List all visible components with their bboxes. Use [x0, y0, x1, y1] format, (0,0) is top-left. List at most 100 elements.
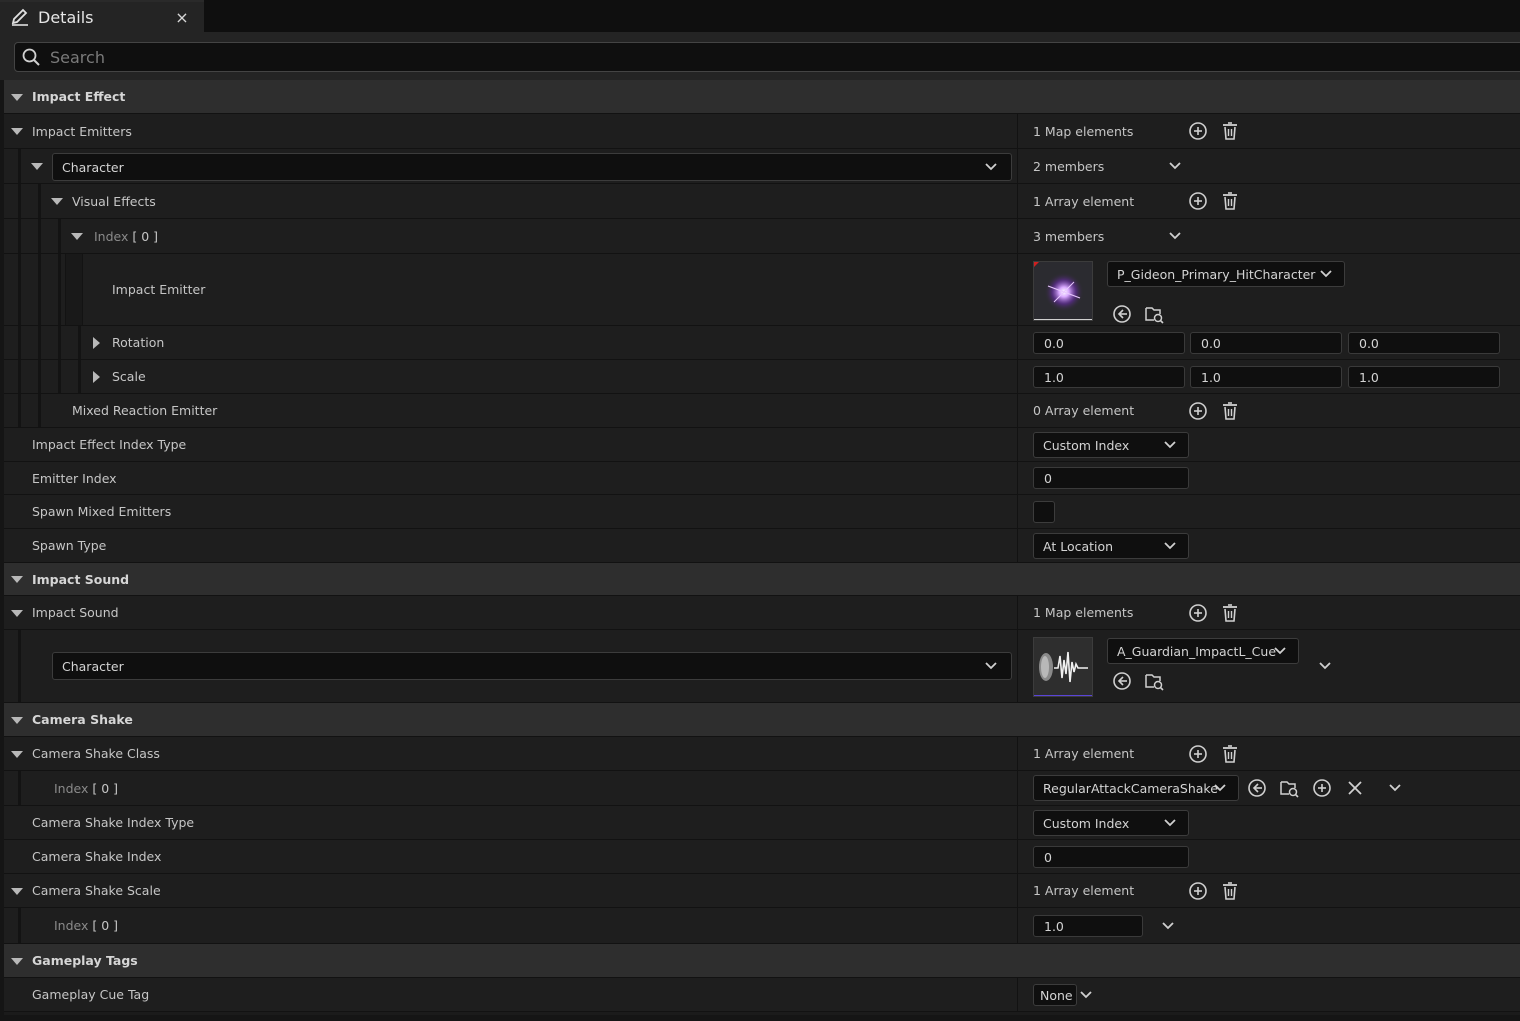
index-type-combo[interactable]: Custom Index: [1033, 432, 1189, 458]
row-spawn-type: Spawn Type At Location: [4, 529, 1520, 563]
expand-arrow-icon[interactable]: [11, 716, 23, 724]
row-rotation: Rotation 0.0 0.0 0.0: [4, 326, 1520, 360]
row-character-key: Character 2 members: [4, 149, 1520, 184]
tab-details[interactable]: Details ×: [0, 0, 204, 32]
expand-arrow-icon[interactable]: [31, 163, 43, 170]
property-label: Impact Emitter: [112, 282, 206, 297]
trash-icon[interactable]: [1220, 744, 1240, 764]
add-icon[interactable]: [1188, 191, 1208, 211]
combo-value: At Location: [1043, 538, 1114, 554]
camera-shake-index-type-combo[interactable]: Custom Index: [1033, 810, 1189, 836]
expand-arrow-icon[interactable]: [11, 957, 23, 965]
expand-arrow-icon[interactable]: [93, 370, 100, 383]
chevron-down-icon[interactable]: [1167, 158, 1183, 174]
sound-asset-combo[interactable]: A_Guardian_ImpactL_Cue: [1107, 638, 1299, 664]
expand-arrow-icon[interactable]: [11, 887, 23, 895]
expand-arrow-icon[interactable]: [11, 576, 23, 583]
expand-arrow-icon[interactable]: [11, 750, 23, 758]
use-selected-icon[interactable]: [1112, 671, 1132, 691]
tab-title: Details: [38, 7, 94, 27]
add-icon[interactable]: [1188, 881, 1208, 901]
category-label: Impact Effect: [32, 89, 126, 104]
field-value: 0.0: [1359, 335, 1379, 351]
trash-icon[interactable]: [1220, 881, 1240, 901]
trash-icon[interactable]: [1220, 191, 1240, 211]
expand-arrow-icon[interactable]: [11, 609, 23, 617]
category-impact-sound[interactable]: Impact Sound: [4, 563, 1520, 596]
map-count: 1 Map elements: [1033, 123, 1134, 139]
browse-asset-icon[interactable]: [1144, 671, 1164, 691]
use-selected-icon[interactable]: [1112, 304, 1132, 324]
row-mixed-reaction-emitter: Mixed Reaction Emitter 0 Array element: [4, 394, 1520, 428]
property-label: Spawn Type: [32, 538, 107, 553]
add-icon[interactable]: [1312, 778, 1332, 798]
chevron-down-icon[interactable]: [1317, 658, 1333, 674]
expand-arrow-icon[interactable]: [11, 128, 23, 135]
array-count: 1 Array element: [1033, 746, 1135, 761]
row-impact-effect-index-type: Impact Effect Index Type Custom Index: [4, 428, 1520, 462]
emitter-asset-combo[interactable]: P_Gideon_Primary_HitCharacter: [1107, 261, 1345, 287]
expand-arrow-icon[interactable]: [93, 336, 100, 349]
close-icon[interactable]: ×: [174, 8, 190, 27]
camera-shake-index-field[interactable]: 0: [1033, 846, 1189, 868]
spawn-mixed-checkbox[interactable]: [1033, 501, 1055, 523]
chevron-down-icon[interactable]: [1387, 780, 1403, 796]
index-label: Index [ 0 ]: [94, 228, 159, 244]
rotation-y-field[interactable]: 0.0: [1190, 332, 1342, 354]
add-icon[interactable]: [1188, 603, 1208, 623]
property-label: Impact Emitters: [32, 123, 132, 139]
scale-y-field[interactable]: 1.0: [1190, 366, 1342, 388]
trash-icon[interactable]: [1220, 603, 1240, 623]
trash-icon[interactable]: [1220, 121, 1240, 141]
sound-key-combo[interactable]: Character: [52, 652, 1012, 680]
row-index-0: Index [ 0 ] 3 members: [4, 219, 1520, 254]
browse-asset-icon[interactable]: [1279, 778, 1299, 798]
character-key-combo[interactable]: Character: [52, 153, 1012, 181]
property-label: Camera Shake Index: [32, 849, 162, 864]
use-selected-icon[interactable]: [1247, 778, 1267, 798]
search-box: [14, 42, 1520, 72]
gameplay-cue-tag-combo[interactable]: None: [1033, 984, 1077, 1006]
category-impact-effect[interactable]: Impact Effect: [4, 80, 1520, 114]
row-camera-shake-index-type: Camera Shake Index Type Custom Index: [4, 806, 1520, 840]
add-icon[interactable]: [1188, 401, 1208, 421]
expand-arrow-icon[interactable]: [11, 93, 23, 101]
array-count: 0 Array element: [1033, 403, 1135, 418]
search-icon: [20, 46, 42, 68]
scale-x-field[interactable]: 1.0: [1033, 366, 1185, 388]
search-input[interactable]: [50, 47, 1350, 67]
particle-thumbnail[interactable]: [1033, 261, 1093, 321]
category-camera-shake[interactable]: Camera Shake: [4, 703, 1520, 737]
category-gameplay-tags[interactable]: Gameplay Tags: [4, 944, 1520, 978]
rotation-x-field[interactable]: 0.0: [1033, 332, 1185, 354]
camera-shake-class-combo[interactable]: RegularAttackCameraShake: [1033, 775, 1239, 801]
combo-value: A_Guardian_ImpactL_Cue: [1117, 643, 1277, 659]
emitter-index-field[interactable]: 0: [1033, 467, 1189, 489]
add-icon[interactable]: [1188, 121, 1208, 141]
property-label: Gameplay Cue Tag: [32, 987, 150, 1002]
camera-shake-scale-field[interactable]: 1.0: [1033, 915, 1143, 937]
chevron-down-icon[interactable]: [1167, 228, 1183, 244]
clear-icon[interactable]: [1345, 778, 1365, 798]
chevron-down-icon: [1162, 437, 1178, 453]
row-emitter-index: Emitter Index 0: [4, 462, 1520, 495]
property-label: Camera Shake Class: [32, 746, 160, 761]
index-label: Index [ 0 ]: [54, 780, 119, 796]
spawn-type-combo[interactable]: At Location: [1033, 533, 1189, 559]
add-icon[interactable]: [1188, 744, 1208, 764]
row-impact-emitter: Impact Emitter P_Gideon_Primary_HitChara…: [4, 254, 1520, 326]
trash-icon[interactable]: [1220, 401, 1240, 421]
field-value: 0.0: [1044, 335, 1064, 351]
sound-thumbnail[interactable]: [1033, 637, 1093, 697]
chevron-down-icon[interactable]: [1078, 987, 1094, 1003]
field-value: 1.0: [1359, 369, 1379, 385]
expand-arrow-icon[interactable]: [71, 233, 83, 240]
scale-z-field[interactable]: 1.0: [1348, 366, 1500, 388]
row-gameplay-cue-tag: Gameplay Cue Tag None: [4, 978, 1520, 1012]
row-impact-emitters: Impact Emitters 1 Map elements: [4, 114, 1520, 149]
rotation-z-field[interactable]: 0.0: [1348, 332, 1500, 354]
expand-arrow-icon[interactable]: [51, 198, 63, 205]
browse-asset-icon[interactable]: [1144, 304, 1164, 324]
chevron-down-icon[interactable]: [1160, 918, 1176, 934]
combo-value: Character: [62, 159, 124, 175]
